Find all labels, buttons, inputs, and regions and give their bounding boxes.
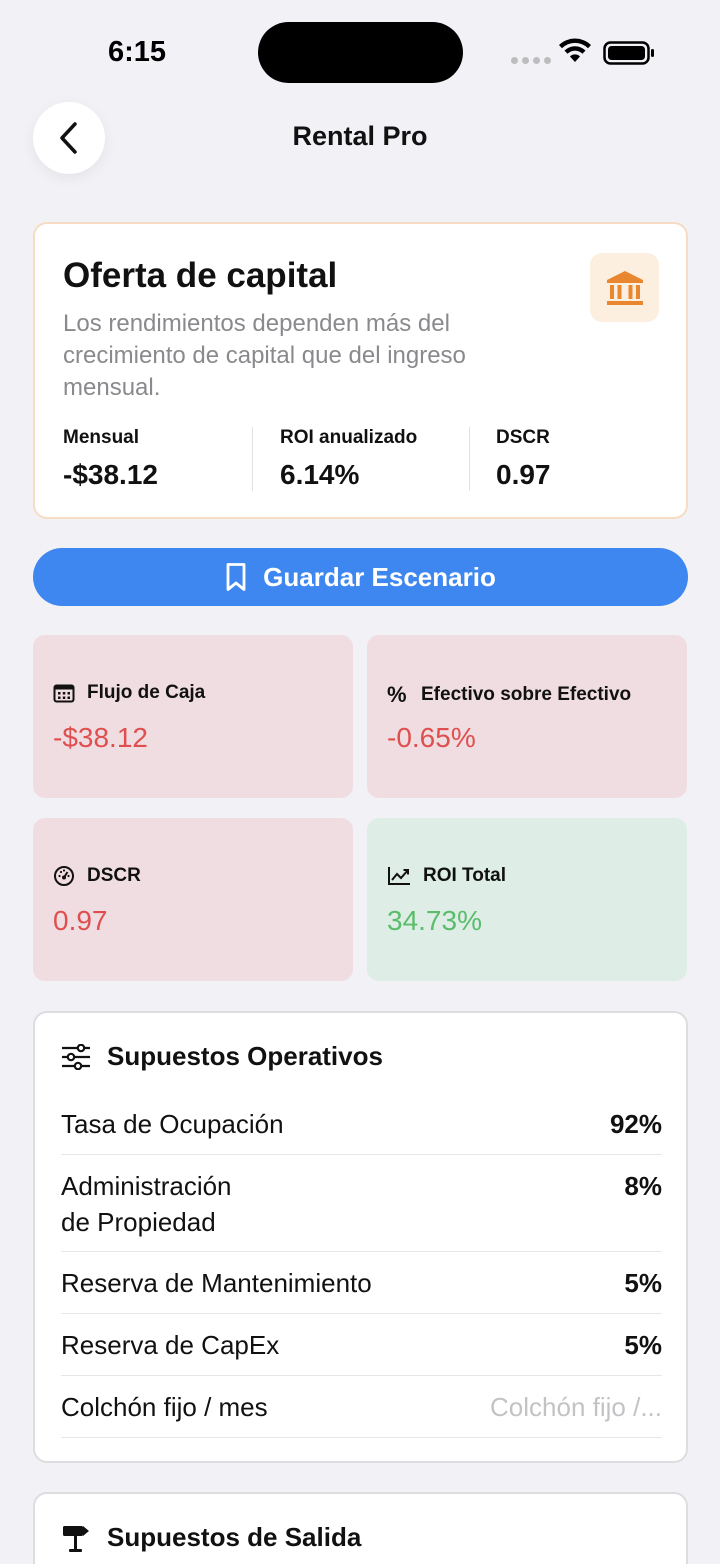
row-label-line-2: de Propiedad bbox=[61, 1207, 216, 1237]
metric-value: 6.14% bbox=[280, 459, 360, 490]
row-label: Reserva de CapEx bbox=[61, 1330, 280, 1360]
fixed-cushion-input[interactable]: Colchón fijo /... bbox=[490, 1389, 662, 1425]
tile-value: -0.65% bbox=[387, 722, 476, 753]
tile-label: Flujo de Caja bbox=[87, 682, 206, 703]
metric-label: ROI anualizado bbox=[280, 427, 418, 448]
calendar-icon bbox=[53, 684, 75, 703]
bookmark-icon bbox=[226, 563, 246, 591]
tile-value: -$38.12 bbox=[53, 722, 148, 753]
page-title: Rental Pro bbox=[292, 121, 428, 151]
tile-value: 0.97 bbox=[53, 905, 108, 936]
dynamic-island bbox=[258, 22, 463, 83]
cellular-signal-icon bbox=[511, 57, 551, 64]
save-scenario-button[interactable]: Guardar Escenario bbox=[33, 548, 688, 606]
trend-up-icon bbox=[388, 867, 410, 885]
metric-dscr: DSCR 0.97 bbox=[496, 427, 551, 491]
tile-cash-on-cash: % Efectivo sobre Efectivo -0.65% bbox=[367, 635, 687, 798]
tile-label: DSCR bbox=[87, 865, 141, 886]
operating-assumptions-title: Supuestos Operativos bbox=[107, 1041, 383, 1071]
row-label-line-1: Administración bbox=[61, 1171, 232, 1201]
row-label: Administración de Propiedad bbox=[61, 1168, 232, 1240]
row-value[interactable]: 8% bbox=[624, 1168, 662, 1204]
row-value[interactable]: 5% bbox=[624, 1265, 662, 1301]
battery-icon bbox=[603, 41, 654, 65]
save-scenario-label: Guardar Escenario bbox=[263, 561, 496, 592]
bank-icon bbox=[606, 270, 643, 305]
sliders-icon bbox=[62, 1043, 90, 1070]
exit-assumptions-title: Supuestos de Salida bbox=[107, 1522, 362, 1552]
metric-value: 0.97 bbox=[496, 459, 551, 490]
row-value[interactable]: 5% bbox=[624, 1327, 662, 1363]
percent-icon: % bbox=[387, 682, 407, 707]
operating-assumptions-list: Tasa de Ocupación 92% Administración de … bbox=[61, 1093, 662, 1438]
tile-label: ROI Total bbox=[423, 865, 507, 886]
offer-icon-badge bbox=[590, 253, 659, 322]
offer-title: Oferta de capital bbox=[63, 256, 338, 295]
metric-value: -$38.12 bbox=[63, 459, 158, 490]
row-maintenance-reserve[interactable]: Reserva de Mantenimiento 5% bbox=[61, 1252, 662, 1314]
row-property-management[interactable]: Administración de Propiedad 8% bbox=[61, 1155, 662, 1252]
tile-total-roi: ROI Total 34.73% bbox=[367, 818, 687, 981]
metric-label: Mensual bbox=[63, 427, 140, 448]
tile-value: 34.73% bbox=[387, 905, 482, 936]
row-label: Colchón fijo / mes bbox=[61, 1392, 268, 1422]
row-fixed-cushion[interactable]: Colchón fijo / mes Colchón fijo /... bbox=[61, 1376, 662, 1438]
exit-assumptions-card: Supuestos de Salida bbox=[33, 1492, 688, 1564]
metric-label: DSCR bbox=[496, 427, 550, 448]
status-bar: 6:15 bbox=[0, 0, 720, 100]
wifi-icon bbox=[559, 38, 591, 62]
row-occupancy[interactable]: Tasa de Ocupación 92% bbox=[61, 1093, 662, 1155]
row-label: Tasa de Ocupación bbox=[61, 1109, 284, 1139]
metric-divider bbox=[469, 427, 470, 491]
status-time: 6:15 bbox=[108, 36, 167, 68]
operating-assumptions-card: Supuestos Operativos Tasa de Ocupación 9… bbox=[33, 1011, 688, 1463]
gauge-icon bbox=[54, 866, 74, 886]
offer-metrics: Mensual -$38.12 ROI anualizado 6.14% DSC… bbox=[35, 427, 686, 491]
offer-summary-card: Oferta de capital Los rendimientos depen… bbox=[33, 222, 688, 519]
row-label: Reserva de Mantenimiento bbox=[61, 1268, 372, 1298]
tile-cash-flow: Flujo de Caja -$38.12 bbox=[33, 635, 353, 798]
row-value[interactable]: 92% bbox=[610, 1106, 662, 1142]
metric-roi-annualized: ROI anualizado 6.14% bbox=[280, 427, 417, 491]
metric-divider bbox=[252, 427, 253, 491]
offer-description: Los rendimientos dependen más del crecim… bbox=[63, 310, 466, 401]
tile-label: Efectivo sobre Efectivo bbox=[421, 684, 632, 705]
metric-monthly: Mensual -$38.12 bbox=[63, 427, 158, 491]
signpost-icon bbox=[63, 1525, 89, 1552]
tile-dscr: DSCR 0.97 bbox=[33, 818, 353, 981]
row-capex-reserve[interactable]: Reserva de CapEx 5% bbox=[61, 1314, 662, 1376]
